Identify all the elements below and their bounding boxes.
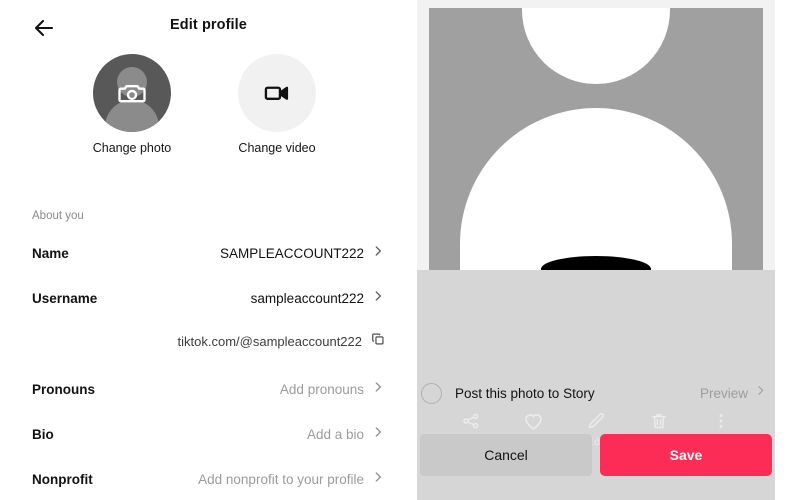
placeholder-body-shape [460, 108, 732, 270]
row-pronouns-label: Pronouns [32, 381, 95, 397]
edit-profile-screen: Edit profile Change photo Change video A… [0, 0, 800, 500]
heart-icon [523, 410, 544, 432]
photo-detail-panel: Send Favorite Ed [417, 0, 775, 500]
row-pronouns-right: Add pronouns [280, 380, 385, 399]
media-row: Change photo Change video [0, 54, 417, 194]
post-to-story-radio[interactable] [421, 382, 442, 404]
share-icon [461, 410, 481, 432]
trash-icon [649, 410, 669, 432]
person-placeholder-icon [429, 8, 763, 270]
row-pronouns[interactable]: Pronouns Add pronouns [32, 374, 385, 404]
change-video-label: Change video [238, 141, 316, 155]
post-to-story-label: Post this photo to Story [455, 385, 595, 401]
profile-photo-avatar[interactable] [93, 54, 171, 132]
chevron-right-icon [371, 244, 385, 263]
row-nonprofit[interactable]: Nonprofit Add nonprofit to your profile [32, 464, 385, 494]
change-photo-button[interactable]: Change photo [57, 54, 207, 155]
row-name[interactable]: Name SAMPLEACCOUNT222 [32, 238, 385, 268]
chevron-right-icon [371, 470, 385, 489]
save-button[interactable]: Save [600, 434, 772, 476]
change-video-button[interactable]: Change video [202, 54, 352, 155]
row-name-right: SAMPLEACCOUNT222 [220, 244, 385, 263]
row-nonprofit-label: Nonprofit [32, 471, 93, 487]
row-username-right: sampleaccount222 [251, 289, 385, 308]
row-bio[interactable]: Bio Add a bio [32, 419, 385, 449]
action-button-row: Cancel Save [417, 434, 775, 480]
edit-profile-panel: Edit profile Change photo Change video A… [0, 0, 417, 500]
row-name-value: SAMPLEACCOUNT222 [219, 245, 364, 261]
row-name-label: Name [32, 245, 69, 261]
row-username[interactable]: Username sampleaccount222 [32, 283, 385, 313]
story-preview-link[interactable]: Preview [700, 384, 775, 402]
chevron-right-icon [754, 384, 767, 402]
profile-url-text: tiktok.com/@sampleaccount222 [177, 333, 362, 349]
cancel-button[interactable]: Cancel [420, 434, 592, 476]
change-photo-label: Change photo [92, 141, 172, 155]
row-username-label: Username [32, 290, 98, 306]
about-you-section-label: About you [32, 210, 84, 222]
save-button-label: Save [669, 447, 703, 463]
page-title: Edit profile [170, 17, 247, 33]
copy-icon[interactable] [371, 332, 385, 351]
profile-video-avatar[interactable] [238, 54, 316, 132]
more-vertical-icon [711, 410, 731, 432]
row-bio-value: Add a bio [306, 426, 364, 442]
camera-icon [93, 54, 171, 132]
chevron-right-icon [371, 425, 385, 444]
row-username-value: sampleaccount222 [250, 290, 364, 306]
profile-url-row[interactable]: tiktok.com/@sampleaccount222 [32, 328, 385, 354]
row-pronouns-value: Add pronouns [279, 381, 364, 397]
right-background-edge [775, 0, 800, 500]
photo-preview-area[interactable] [417, 0, 775, 270]
chevron-right-icon [371, 289, 385, 308]
pencil-icon [586, 410, 606, 432]
story-preview-label: Preview [699, 385, 748, 401]
post-to-story-row[interactable]: Post this photo to Story Preview [417, 378, 775, 408]
story-action-sheet: Send Favorite Ed [417, 270, 775, 500]
row-bio-right: Add a bio [307, 425, 385, 444]
header-bar: Edit profile [0, 0, 417, 54]
chevron-right-icon [371, 380, 385, 399]
row-nonprofit-value: Add nonprofit to your profile [198, 471, 364, 487]
placeholder-head-shape [522, 8, 670, 84]
video-camera-icon [238, 54, 316, 132]
row-nonprofit-right: Add nonprofit to your profile [198, 470, 385, 489]
cancel-button-label: Cancel [484, 447, 528, 463]
row-bio-label: Bio [32, 426, 54, 442]
